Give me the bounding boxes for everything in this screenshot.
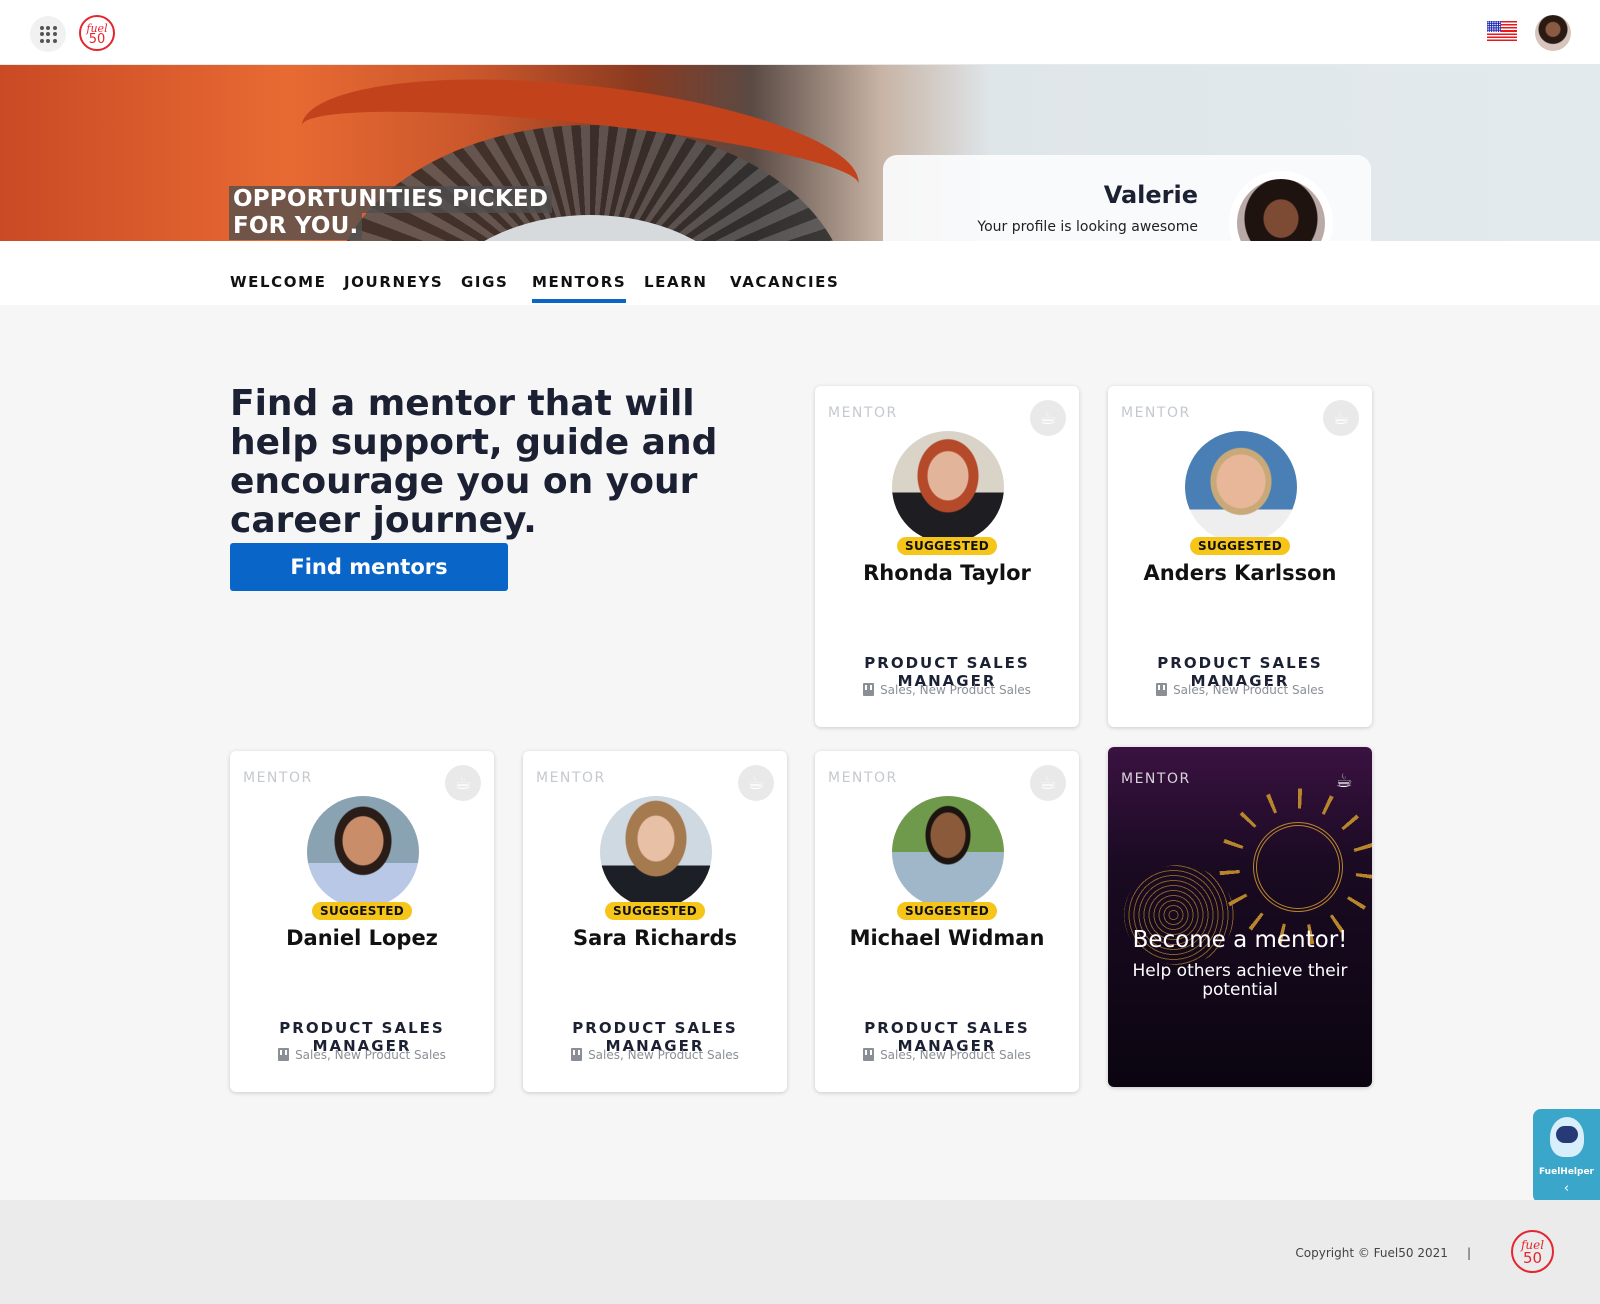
building-icon	[571, 1048, 583, 1061]
mentor-card[interactable]: MENTOR ☕ SUGGESTED Anders Karlsson PRODU…	[1108, 386, 1372, 727]
mentor-avatar	[892, 796, 1004, 908]
fuel50-footer-logo[interactable]: fuel 50	[1511, 1230, 1554, 1273]
profile-status: Your profile is looking awesome	[977, 219, 1198, 235]
coffee-icon[interactable]: ☕	[1323, 400, 1359, 436]
suggested-badge: SUGGESTED	[312, 902, 412, 920]
mentor-name: Rhonda Taylor	[863, 561, 1031, 585]
main-tabs: WELCOME JOURNEYS GIGS MENTORS LEARN VACA…	[0, 241, 1600, 305]
mentor-department: Sales, New Product Sales	[1108, 683, 1372, 697]
card-type-label: MENTOR	[1121, 405, 1191, 421]
tab-learn[interactable]: LEARN	[644, 273, 708, 291]
building-icon	[278, 1048, 290, 1061]
apps-grid-icon	[39, 25, 57, 43]
coffee-icon[interactable]: ☕	[738, 765, 774, 801]
mentor-avatar	[600, 796, 712, 908]
tab-journeys[interactable]: JOURNEYS	[344, 273, 443, 291]
tab-welcome[interactable]: WELCOME	[230, 273, 326, 291]
mentor-avatar	[892, 431, 1004, 543]
coffee-icon[interactable]: ☕	[1030, 765, 1066, 801]
become-mentor-subtitle: Help others achieve their potential	[1132, 961, 1348, 1000]
card-type-label: MENTOR	[536, 770, 606, 786]
card-type-label: MENTOR	[243, 770, 313, 786]
tab-gigs[interactable]: GIGS	[461, 273, 508, 291]
us-flag-icon[interactable]	[1487, 21, 1517, 41]
suggested-badge: SUGGESTED	[897, 902, 997, 920]
become-mentor-title: Become a mentor!	[1132, 927, 1348, 953]
mentor-department: Sales, New Product Sales	[815, 683, 1079, 697]
robot-icon	[1550, 1117, 1584, 1157]
coffee-icon[interactable]: ☕	[445, 765, 481, 801]
mentor-department: Sales, New Product Sales	[815, 1048, 1079, 1062]
chevron-left-icon[interactable]: ‹	[1533, 1181, 1600, 1196]
fuelhelper-label: FuelHelper	[1538, 1167, 1594, 1177]
suggested-badge: SUGGESTED	[605, 902, 705, 920]
find-mentors-button[interactable]: Find mentors	[230, 543, 508, 591]
mentor-card[interactable]: MENTOR ☕ SUGGESTED Rhonda Taylor PRODUCT…	[815, 386, 1079, 727]
mentor-card[interactable]: MENTOR ☕ SUGGESTED Daniel Lopez PRODUCT …	[230, 751, 494, 1092]
mentor-card[interactable]: MENTOR ☕ SUGGESTED Michael Widman PRODUC…	[815, 751, 1079, 1092]
card-type-label: MENTOR	[828, 770, 898, 786]
tab-mentors[interactable]: MENTORS	[532, 273, 627, 303]
mentor-department: Sales, New Product Sales	[230, 1048, 494, 1062]
mentor-avatar	[307, 796, 419, 908]
footer: Copyright © Fuel50 2021 | fuel 50	[0, 1200, 1600, 1304]
mentor-name: Anders Karlsson	[1143, 561, 1337, 585]
mentor-name: Sara Richards	[573, 926, 737, 950]
mentor-avatar	[1185, 431, 1297, 543]
mentor-name: Michael Widman	[849, 926, 1045, 950]
page-title: Find a mentor that will help support, gu…	[230, 383, 718, 541]
fuel50-logo[interactable]: fuel 50	[79, 15, 115, 51]
building-icon	[1156, 683, 1168, 696]
copyright-text: Copyright © Fuel50 2021 |	[1295, 1246, 1471, 1260]
tab-vacancies[interactable]: VACANCIES	[730, 273, 839, 291]
profile-avatar[interactable]	[1229, 171, 1333, 241]
top-bar: fuel 50	[0, 0, 1600, 65]
card-type-label: MENTOR	[1121, 771, 1191, 787]
mentor-name: Daniel Lopez	[286, 926, 438, 950]
building-icon	[863, 1048, 875, 1061]
become-mentor-card[interactable]: MENTOR ☕ Become a mentor! Help others ac…	[1108, 747, 1372, 1087]
suggested-badge: SUGGESTED	[897, 537, 997, 555]
profile-name: Valerie	[1103, 181, 1198, 209]
fuelhelper-widget[interactable]: FuelHelper ‹	[1533, 1109, 1600, 1203]
coffee-icon[interactable]: ☕	[1030, 400, 1066, 436]
mentor-card[interactable]: MENTOR ☕ SUGGESTED Sara Richards PRODUCT…	[523, 751, 787, 1092]
mentor-department: Sales, New Product Sales	[523, 1048, 787, 1062]
card-type-label: MENTOR	[828, 405, 898, 421]
suggested-badge: SUGGESTED	[1190, 537, 1290, 555]
profile-card: Valerie Your profile is looking awesome …	[883, 155, 1371, 241]
hero-banner: OPPORTUNITIES PICKED FOR YOU. Valerie Yo…	[0, 65, 1600, 241]
building-icon	[863, 683, 875, 696]
apps-menu-button[interactable]	[30, 16, 66, 52]
user-avatar[interactable]	[1535, 15, 1571, 51]
hero-title: OPPORTUNITIES PICKED FOR YOU.	[229, 186, 553, 240]
